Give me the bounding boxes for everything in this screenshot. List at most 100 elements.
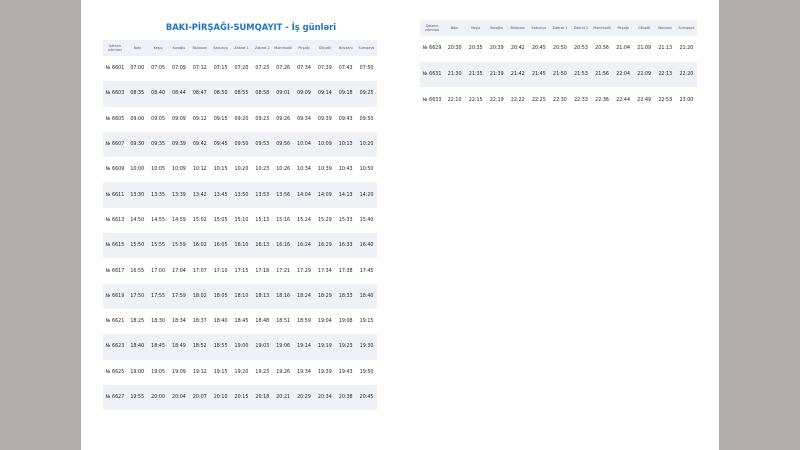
column-header: Zabrat 2 [570, 20, 592, 36]
time-cell: 23:00 [675, 87, 697, 114]
time-cell: 14:13 [335, 182, 357, 208]
column-header: Pirşağı [612, 20, 634, 36]
train-number-cell: № 6607 [103, 131, 127, 158]
column-header: Zabrat 1 [549, 20, 571, 36]
time-cell: 21:09 [633, 36, 655, 62]
time-cell: 17:21 [272, 258, 294, 284]
time-cell: 19:12 [189, 359, 211, 385]
time-cell: 22:13 [654, 61, 676, 88]
table-row: № 6633 22:10 22:15 22:19 22:22 22:25 22:30 22:3… [420, 87, 697, 114]
time-cell: 08:40 [147, 81, 169, 107]
time-cell: 09:14 [314, 81, 336, 107]
time-cell: 16:40 [356, 233, 377, 259]
time-cell: 16:33 [335, 233, 357, 259]
time-cell: 18:33 [335, 283, 357, 309]
column-header: Görədil [633, 20, 655, 36]
time-cell: 14:04 [293, 182, 315, 208]
time-cell: 13:53 [251, 182, 273, 208]
time-cell: 10:34 [293, 157, 315, 183]
time-cell: 19:19 [314, 334, 336, 360]
table-header-row: Qatarın nömrəsi Bakı Keşlə Koroğlu Balaxanı S… [420, 20, 697, 36]
time-cell: 10:09 [314, 131, 336, 158]
table-row: № 6603 08:35 08:40 08:44 08:47 08:50 08:55 08:5… [103, 81, 377, 107]
column-header: Novxanı [335, 40, 357, 56]
time-cell: 15:33 [335, 207, 357, 234]
time-cell: 10:50 [356, 157, 377, 183]
page-title: BAKI-PİRŞAĞI-SUMQAYIT - İş günləri [165, 22, 337, 32]
time-cell: 19:34 [293, 359, 315, 385]
time-cell: 09:35 [147, 131, 169, 158]
time-cell: 10:15 [210, 157, 232, 183]
time-cell: 09:25 [356, 81, 377, 107]
time-cell: 17:07 [189, 258, 211, 284]
column-header: Keşlə [147, 40, 169, 56]
time-cell: 13:45 [210, 182, 232, 208]
time-cell: 09:50 [231, 131, 252, 158]
time-cell: 15:10 [231, 207, 252, 234]
column-header: Koroğlu [486, 20, 508, 36]
column-header: Bakı [126, 40, 148, 56]
time-cell: 17:34 [314, 258, 336, 284]
time-cell: 17:55 [147, 283, 169, 309]
time-cell: 09:26 [272, 106, 294, 132]
time-cell: 19:09 [168, 359, 190, 385]
column-header: Zabrat 2 [251, 40, 273, 56]
table-row: № 6625 19:00 19:05 19:09 19:12 19:15 19:20 19:2… [103, 359, 377, 385]
train-number-cell: № 6601 [103, 56, 127, 82]
table-row: № 6623 18:40 18:45 18:49 18:52 18:55 19:00 19:0… [103, 334, 377, 360]
time-cell: 10:20 [231, 157, 252, 183]
train-number-cell: № 6613 [103, 207, 127, 234]
time-cell: 18:13 [251, 283, 273, 309]
time-cell: 09:39 [314, 106, 336, 132]
time-cell: 20:00 [147, 384, 169, 411]
time-cell: 21:20 [675, 36, 697, 62]
time-cell: 15:24 [293, 207, 315, 234]
time-cell: 09:56 [272, 131, 294, 158]
time-cell: 16:16 [272, 233, 294, 259]
time-cell: 19:55 [126, 384, 148, 411]
time-cell: 18:59 [293, 308, 315, 335]
time-cell: 19:50 [356, 359, 377, 385]
time-cell: 10:43 [335, 157, 357, 183]
time-cell: 18:48 [251, 308, 273, 335]
time-cell: 13:39 [168, 182, 190, 208]
time-cell: 19:08 [335, 308, 357, 335]
time-cell: 09:12 [189, 106, 211, 132]
time-cell: 18:40 [356, 283, 377, 309]
time-cell: 22:49 [633, 87, 655, 114]
train-number-cell: № 6605 [103, 106, 127, 132]
time-cell: 20:38 [335, 384, 357, 411]
column-header: Balaxanı [189, 40, 211, 56]
time-cell: 15:29 [314, 207, 336, 234]
train-number-cell: № 6609 [103, 157, 127, 183]
table-header-row: Qatarın nömrəsi Bakı Keşlə Koroğlu Balaxanı S… [103, 40, 377, 56]
column-header: Zabrat 1 [231, 40, 252, 56]
time-cell: 18:45 [231, 308, 252, 335]
time-cell: 15:50 [126, 233, 148, 259]
column-header: Koroğlu [168, 40, 190, 56]
time-cell: 10:23 [251, 157, 273, 183]
column-header: Novxanı [654, 20, 676, 36]
time-cell: 16:10 [231, 233, 252, 259]
time-cell: 18:02 [189, 283, 211, 309]
table-row: № 6621 18:25 18:30 18:34 18:37 18:40 18:45 18:4… [103, 308, 377, 335]
table-row: № 6629 20:30 20:35 20:39 20:42 20:45 20:50 20:5… [420, 36, 697, 62]
column-header: Balaxanı [507, 20, 529, 36]
time-cell: 18:51 [272, 308, 294, 335]
time-cell: 19:14 [293, 334, 315, 360]
time-cell: 20:29 [293, 384, 315, 411]
time-cell: 21:35 [465, 61, 487, 88]
time-cell: 22:20 [675, 61, 697, 88]
time-cell: 17:04 [168, 258, 190, 284]
table-row: № 6617 16:55 17:00 17:04 17:07 17:10 17:15 17:1… [103, 258, 377, 284]
time-cell: 08:55 [231, 81, 252, 107]
time-cell: 16:55 [126, 258, 148, 284]
column-header: Sabunçu [528, 20, 550, 36]
table-row: № 6613 14:50 14:55 14:59 15:02 15:05 15:10 15:1… [103, 207, 377, 234]
train-number-cell: № 6619 [103, 283, 127, 309]
time-cell: 09:15 [210, 106, 232, 132]
time-cell: 09:20 [231, 106, 252, 132]
time-cell: 18:16 [272, 283, 294, 309]
time-cell: 21:45 [528, 61, 550, 88]
time-cell: 18:55 [210, 334, 232, 360]
